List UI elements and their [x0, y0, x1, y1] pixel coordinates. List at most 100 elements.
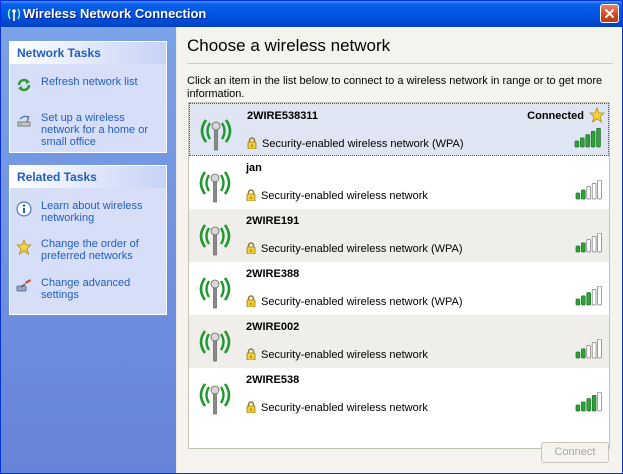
- signal-strength-icon: [574, 128, 601, 148]
- related-tasks-header[interactable]: Related Tasks: [10, 166, 166, 188]
- signal-strength-icon: [575, 339, 602, 359]
- window-title: Wireless Network Connection: [23, 6, 207, 21]
- wireless-network-connection-window: Wireless Network Connection Network Task…: [0, 0, 623, 474]
- change-order-preferred-task[interactable]: Change the order of preferred networks: [16, 238, 164, 266]
- learn-about-wireless-link[interactable]: Learn about wireless networking: [41, 200, 165, 224]
- signal-bar: [590, 131, 596, 148]
- signal-bar: [591, 395, 597, 412]
- task-pane: Network Tasks Refresh network list Set u…: [1, 27, 176, 473]
- wireless-antenna-icon: [7, 8, 21, 21]
- signal-bar: [597, 339, 602, 359]
- security-lock-icon: [246, 348, 256, 360]
- signal-bar: [586, 239, 591, 253]
- wireless-network-list[interactable]: 2WIRE538311 Connected Security-enabled w…: [188, 102, 610, 449]
- info-icon: [16, 201, 32, 217]
- network-ssid: 2WIRE191: [246, 215, 300, 227]
- signal-bar: [596, 128, 601, 148]
- close-button[interactable]: [600, 4, 619, 23]
- signal-bar: [581, 295, 586, 306]
- network-ssid: 2WIRE388: [246, 268, 300, 280]
- network-ssid: 2WIRE002: [246, 321, 300, 333]
- network-item[interactable]: jan Security-enabled wireless network: [189, 156, 609, 209]
- network-item[interactable]: 2WIRE191 Security-enabled wireless netwo…: [189, 209, 609, 262]
- signal-bar: [575, 245, 581, 253]
- preferred-network-star-icon: [589, 107, 605, 123]
- network-security: Security-enabled wireless network: [261, 349, 428, 361]
- network-security: Security-enabled wireless network (WPA): [261, 243, 463, 255]
- instructions-text: Click an item in the list below to conne…: [187, 75, 603, 100]
- signal-bar: [586, 345, 591, 359]
- signal-bar: [581, 348, 586, 359]
- network-security: Security-enabled wireless network (WPA): [262, 138, 464, 150]
- signal-bar: [591, 289, 597, 306]
- signal-bar: [575, 404, 581, 412]
- star-icon: [16, 239, 32, 255]
- signal-bar: [581, 242, 586, 253]
- signal-bar: [574, 140, 580, 148]
- setup-wireless-network-link[interactable]: Set up a wireless network for a home or …: [41, 112, 165, 148]
- signal-strength-icon: [575, 233, 602, 253]
- wireless-network-icon: [199, 330, 231, 362]
- signal-bar: [581, 401, 586, 412]
- network-item[interactable]: 2WIRE388 Security-enabled wireless netwo…: [189, 262, 609, 315]
- signal-bar: [591, 183, 597, 200]
- learn-about-wireless-task[interactable]: Learn about wireless networking: [16, 200, 164, 228]
- close-icon: [604, 8, 615, 19]
- signal-strength-icon: [575, 180, 602, 200]
- signal-bar: [580, 137, 585, 148]
- network-item[interactable]: 2WIRE002 Security-enabled wireless netwo…: [189, 315, 609, 368]
- heading-divider: [187, 63, 613, 64]
- wireless-network-icon: [199, 277, 231, 309]
- wireless-network-icon: [199, 383, 231, 415]
- connection-status: Connected: [527, 110, 584, 122]
- connect-button[interactable]: Connect: [541, 442, 609, 463]
- signal-bar: [586, 398, 591, 412]
- signal-bar: [597, 286, 602, 306]
- security-lock-icon: [246, 401, 256, 413]
- security-lock-icon: [247, 137, 257, 149]
- refresh-network-list-task[interactable]: Refresh network list: [16, 76, 164, 104]
- signal-strength-icon: [575, 286, 602, 306]
- setup-wireless-network-task[interactable]: Set up a wireless network for a home or …: [16, 112, 164, 148]
- page-title: Choose a wireless network: [187, 36, 391, 55]
- network-security: Security-enabled wireless network: [261, 402, 428, 414]
- refresh-network-list-link[interactable]: Refresh network list: [41, 76, 165, 88]
- network-tasks-panel: Network Tasks Refresh network list Set u…: [9, 41, 167, 153]
- wireless-network-icon: [199, 171, 231, 203]
- network-ssid: 2WIRE538: [246, 374, 300, 386]
- setup-network-icon: [17, 115, 31, 127]
- change-advanced-settings-task[interactable]: Change advanced settings: [16, 277, 164, 305]
- signal-bar: [591, 236, 597, 253]
- signal-bar: [575, 192, 581, 200]
- network-item[interactable]: 2WIRE538 Security-enabled wireless netwo…: [189, 368, 609, 421]
- network-ssid: 2WIRE538311: [247, 110, 318, 122]
- main-content: Choose a wireless network Click an item …: [177, 27, 622, 473]
- related-tasks-panel: Related Tasks Learn about wireless netwo…: [9, 165, 167, 315]
- refresh-icon: [17, 78, 31, 92]
- signal-bar: [575, 298, 581, 306]
- title-bar[interactable]: Wireless Network Connection: [1, 1, 622, 27]
- signal-bar: [586, 186, 591, 200]
- signal-bar: [597, 392, 602, 412]
- settings-icon: [16, 279, 31, 292]
- signal-bar: [597, 180, 602, 200]
- security-lock-icon: [246, 242, 256, 254]
- signal-bar: [581, 189, 586, 200]
- signal-bar: [591, 342, 597, 359]
- security-lock-icon: [246, 189, 256, 201]
- network-tasks-header[interactable]: Network Tasks: [10, 42, 166, 64]
- network-security: Security-enabled wireless network (WPA): [261, 296, 463, 308]
- signal-bar: [585, 134, 590, 148]
- signal-bar: [575, 351, 581, 359]
- network-ssid: jan: [246, 162, 262, 174]
- change-order-preferred-link[interactable]: Change the order of preferred networks: [41, 238, 165, 262]
- signal-strength-icon: [575, 392, 602, 412]
- security-lock-icon: [246, 295, 256, 307]
- signal-bar: [597, 233, 602, 253]
- wireless-network-icon: [199, 224, 231, 256]
- network-item[interactable]: 2WIRE538311 Connected Security-enabled w…: [189, 103, 609, 156]
- change-advanced-settings-link[interactable]: Change advanced settings: [41, 277, 165, 301]
- network-security: Security-enabled wireless network: [261, 190, 428, 202]
- wireless-network-icon: [200, 119, 232, 151]
- signal-bar: [586, 292, 591, 306]
